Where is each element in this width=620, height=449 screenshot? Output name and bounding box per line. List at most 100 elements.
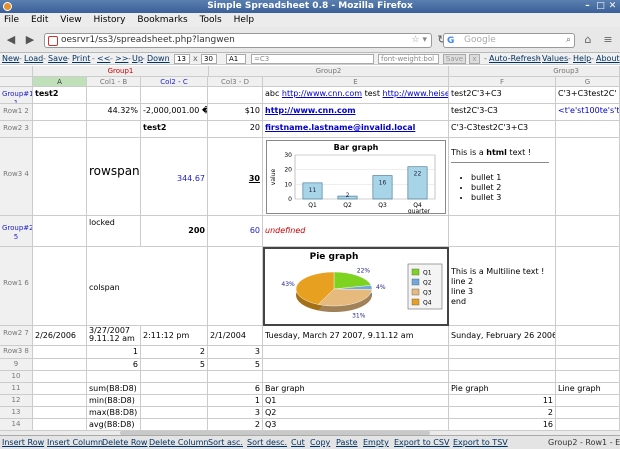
row-header-11[interactable]: 11 xyxy=(0,383,33,395)
cell-f7[interactable]: Sunday, February 26 2006 xyxy=(449,326,556,346)
cell-b3[interactable] xyxy=(87,121,141,138)
cell-d10[interactable] xyxy=(208,371,263,383)
paste-link[interactable]: Paste xyxy=(336,436,358,449)
cancel-cell-button[interactable]: x xyxy=(469,54,480,64)
sort-desc-link[interactable]: Sort desc. xyxy=(247,436,287,449)
menu-help[interactable]: Help xyxy=(234,15,255,25)
cell-f8[interactable] xyxy=(449,346,556,359)
group-header-2[interactable]: Group2 xyxy=(209,66,449,77)
save-link[interactable]: Save xyxy=(48,53,68,65)
cell-e5[interactable]: undefined xyxy=(263,216,449,247)
delete-column-link[interactable]: Delete Column xyxy=(149,436,208,449)
column-header-b[interactable]: Col1 - B xyxy=(87,77,141,87)
cell-b2[interactable]: 44.32% xyxy=(87,104,141,121)
cell-d4[interactable]: 30 xyxy=(208,138,263,216)
cell-d8[interactable]: 3 xyxy=(208,346,263,359)
cnn-link[interactable]: http://www.cnn.com xyxy=(282,89,362,98)
row-header-10[interactable]: 10 xyxy=(0,371,33,383)
formula-input[interactable]: =C3 xyxy=(251,54,374,64)
cell-f5[interactable] xyxy=(449,216,556,247)
cell-a2[interactable] xyxy=(33,104,87,121)
menu-file[interactable]: File xyxy=(4,15,19,25)
cell-c13[interactable] xyxy=(141,407,208,419)
cell-b13[interactable]: max(B8:D8) xyxy=(87,407,141,419)
values-link[interactable]: Values xyxy=(542,53,568,65)
row-header-3[interactable]: Row2 3 xyxy=(0,121,33,138)
cell-a10[interactable] xyxy=(33,371,87,383)
row-header-7[interactable]: Row2 7 xyxy=(0,326,33,346)
menu-hamburger-icon[interactable]: ≡ xyxy=(600,32,616,48)
cell-b12[interactable]: min(B8:D8) xyxy=(87,395,141,407)
cell-d7[interactable]: 2/1/2004 xyxy=(208,326,263,346)
column-header-d[interactable]: Col3 - D xyxy=(208,77,263,87)
cell-b9[interactable]: 6 xyxy=(87,359,141,371)
cell-g3[interactable] xyxy=(556,121,620,138)
row-header-13[interactable]: 13 xyxy=(0,407,33,419)
cell-b10[interactable] xyxy=(87,371,141,383)
cell-b6[interactable]: colspan xyxy=(87,247,208,326)
cell-a7[interactable]: 2/26/2006 xyxy=(33,326,87,346)
cell-g11[interactable]: Line graph xyxy=(556,383,620,395)
cell-a12[interactable] xyxy=(33,395,87,407)
cell-e2[interactable]: http://www.cnn.com xyxy=(263,104,449,121)
prev-page-link[interactable]: << xyxy=(97,53,110,65)
cell-f6[interactable]: This is a Multiline text ! line 2 line 3… xyxy=(449,247,556,326)
column-header-f[interactable]: F xyxy=(449,77,556,87)
cell-g7[interactable] xyxy=(556,326,620,346)
cell-e10[interactable] xyxy=(263,371,449,383)
column-count-input[interactable]: 30 xyxy=(201,54,217,64)
forward-icon[interactable]: ▶ xyxy=(22,32,38,48)
cell-f13[interactable]: 2 xyxy=(449,407,556,419)
cell-g10[interactable] xyxy=(556,371,620,383)
cell-d3[interactable]: 20 xyxy=(208,121,263,138)
cell-g2[interactable]: <t'e'st100te's't xyxy=(556,104,620,121)
cell-e8[interactable] xyxy=(263,346,449,359)
style-input[interactable]: font-weight:bol xyxy=(378,54,439,64)
menu-edit[interactable]: Edit xyxy=(31,15,48,25)
cell-g1[interactable]: C'3+C3test2C' xyxy=(556,87,620,104)
search-icon[interactable]: ⌕ xyxy=(566,34,571,47)
row-header-1[interactable]: Group#1 1 xyxy=(0,87,33,104)
cell-c3[interactable]: test2 xyxy=(141,121,208,138)
cell-a1[interactable]: test2 xyxy=(33,87,87,104)
cell-d6[interactable] xyxy=(208,247,263,326)
cell-c7[interactable]: 2:11:12 pm xyxy=(141,326,208,346)
cut-link[interactable]: Cut xyxy=(291,436,305,449)
cell-a11[interactable] xyxy=(33,383,87,395)
load-link[interactable]: Load xyxy=(24,53,43,65)
cell-b4[interactable]: rowspan xyxy=(87,138,141,216)
cell-a6[interactable] xyxy=(33,247,87,326)
row-header-4[interactable]: Row3 4 xyxy=(0,138,33,216)
cell-g5[interactable] xyxy=(556,216,620,247)
cell-c10[interactable] xyxy=(141,371,208,383)
cell-a8[interactable] xyxy=(33,346,87,359)
cell-f10[interactable] xyxy=(449,371,556,383)
menu-tools[interactable]: Tools xyxy=(200,15,222,25)
column-header-a[interactable]: A xyxy=(33,77,87,87)
cell-e11[interactable]: Bar graph xyxy=(263,383,449,395)
menu-view[interactable]: View xyxy=(60,15,81,25)
row-header-8[interactable]: Row3 8 xyxy=(0,346,33,359)
home-icon[interactable]: ⌂ xyxy=(580,32,596,48)
cell-d2[interactable]: $10 xyxy=(208,104,263,121)
search-input[interactable]: G Google ⌕ xyxy=(443,33,575,48)
delete-row-link[interactable]: Delete Row xyxy=(102,436,147,449)
cell-e9[interactable] xyxy=(263,359,449,371)
maximize-icon[interactable]: □ xyxy=(595,1,606,12)
menu-history[interactable]: History xyxy=(93,15,125,25)
group-header-1[interactable]: Group1 xyxy=(33,66,209,77)
cell-e3[interactable]: firstname.lastname@invalid.local xyxy=(263,121,449,138)
column-header-g[interactable]: G xyxy=(556,77,620,87)
row-count-input[interactable]: 13 xyxy=(174,54,190,64)
email-link[interactable]: firstname.lastname@invalid.local xyxy=(265,123,415,132)
cell-f12[interactable]: 11 xyxy=(449,395,556,407)
row-header-2[interactable]: Row1 2 xyxy=(0,104,33,121)
help-link[interactable]: Help xyxy=(573,53,591,65)
row-header-6[interactable]: Row1 6 xyxy=(0,247,33,326)
cell-b8[interactable]: 1 xyxy=(87,346,141,359)
cell-a3[interactable] xyxy=(33,121,87,138)
cell-c1[interactable] xyxy=(141,87,208,104)
row-header-5[interactable]: Group#2 5 xyxy=(0,216,33,247)
cell-e7[interactable]: Tuesday, March 27 2007, 9.11.12 am xyxy=(263,326,449,346)
cell-d11[interactable]: 6 xyxy=(208,383,263,395)
